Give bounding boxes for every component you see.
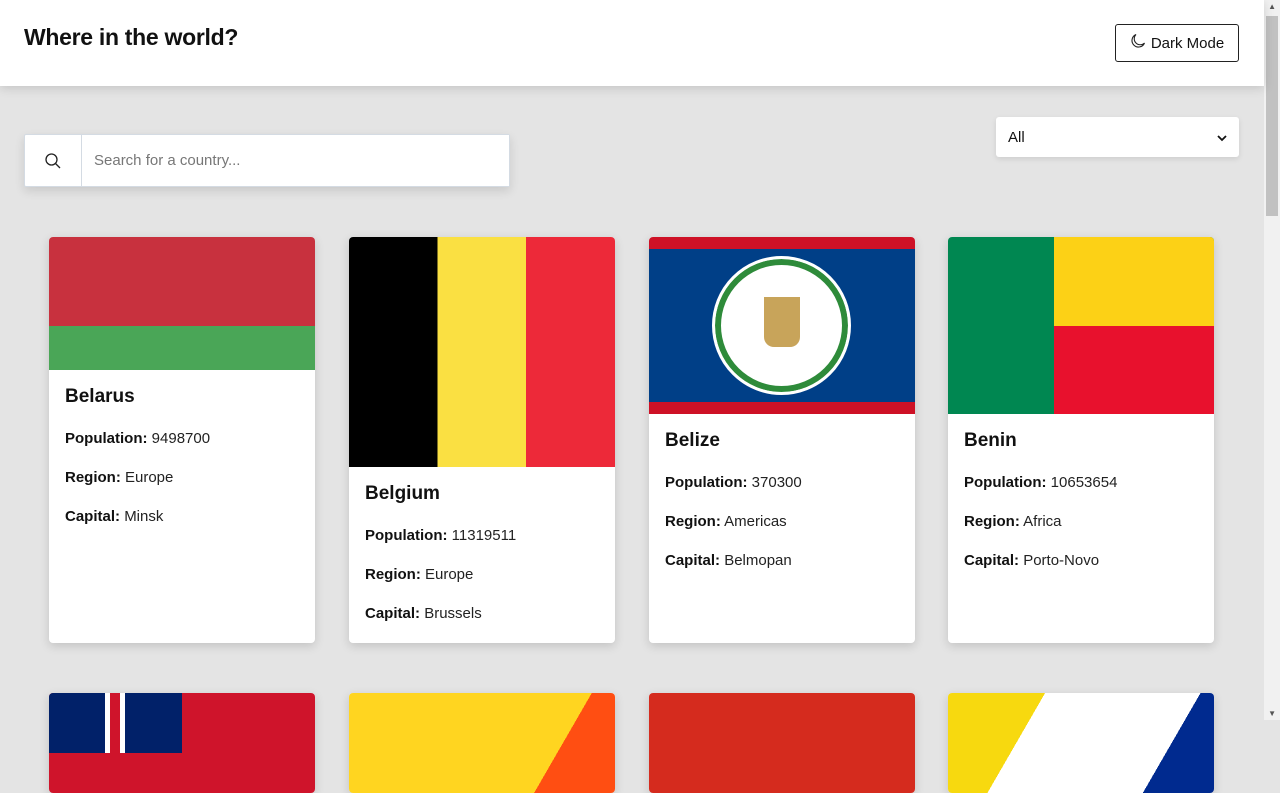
region-value: Europe <box>425 566 474 583</box>
scrollbar-thumb[interactable] <box>1266 16 1278 216</box>
flag-partial <box>948 693 1214 793</box>
region-value: Africa <box>1023 513 1062 530</box>
population-value: 370300 <box>751 474 802 491</box>
capital-label: Capital: <box>964 552 1020 569</box>
capital-value: Minsk <box>124 508 164 525</box>
search-input[interactable] <box>82 135 509 186</box>
country-card[interactable] <box>349 693 615 793</box>
region-filter-value: All <box>1008 128 1025 146</box>
country-name: Belarus <box>65 386 135 407</box>
population-label: Population: <box>65 430 148 447</box>
flag-partial <box>349 693 615 793</box>
scrollbar[interactable]: ▲ ▼ <box>1264 0 1280 720</box>
scroll-down-arrow-icon[interactable]: ▼ <box>1268 709 1276 718</box>
population-label: Population: <box>365 527 448 544</box>
country-name: Belgium <box>365 483 440 504</box>
capital-label: Capital: <box>65 508 121 525</box>
capital-value: Belmopan <box>724 552 792 569</box>
region-label: Region: <box>65 469 121 486</box>
app-title: Where in the world? <box>24 24 239 50</box>
capital-value: Porto-Novo <box>1023 552 1100 569</box>
country-card[interactable] <box>649 693 915 793</box>
country-name: Belize <box>665 430 720 451</box>
dark-mode-label: Dark Mode <box>1150 34 1225 52</box>
region-value: Americas <box>724 513 787 530</box>
country-name: Benin <box>964 430 1017 451</box>
region-label: Region: <box>365 566 421 583</box>
population-label: Population: <box>665 474 748 491</box>
country-card[interactable]: Belize Population: 370300 Region: Americ… <box>649 237 915 643</box>
flag-belarus <box>49 237 315 370</box>
flag-partial <box>649 693 915 793</box>
flag-belgium <box>349 237 615 467</box>
population-label: Population: <box>964 474 1047 491</box>
country-card[interactable]: Belgium Population: 11319511 Region: Eur… <box>349 237 615 643</box>
search-box <box>24 134 510 187</box>
flag-belize <box>649 237 915 414</box>
country-card[interactable] <box>948 693 1214 793</box>
flag-partial <box>49 693 315 793</box>
population-value: 9498700 <box>151 430 211 447</box>
country-card[interactable] <box>49 693 315 793</box>
flag-benin <box>948 237 1214 414</box>
capital-value: Brussels <box>424 605 482 622</box>
country-card[interactable]: Benin Population: 10653654 Region: Afric… <box>948 237 1214 643</box>
region-label: Region: <box>665 513 721 530</box>
header: Where in the world? Dark Mode <box>0 0 1264 86</box>
region-filter-select[interactable]: All <box>996 117 1239 157</box>
region-value: Europe <box>125 469 174 486</box>
population-value: 11319511 <box>451 527 517 544</box>
region-label: Region: <box>964 513 1020 530</box>
population-value: 10653654 <box>1050 474 1118 491</box>
chevron-down-icon <box>1217 129 1227 146</box>
search-icon <box>25 135 82 186</box>
moon-icon <box>1130 33 1146 53</box>
capital-label: Capital: <box>665 552 721 569</box>
country-card[interactable]: Belarus Population: 9498700 Region: Euro… <box>49 237 315 643</box>
capital-label: Capital: <box>365 605 421 622</box>
scroll-up-arrow-icon[interactable]: ▲ <box>1268 2 1276 11</box>
dark-mode-button[interactable]: Dark Mode <box>1115 24 1239 62</box>
